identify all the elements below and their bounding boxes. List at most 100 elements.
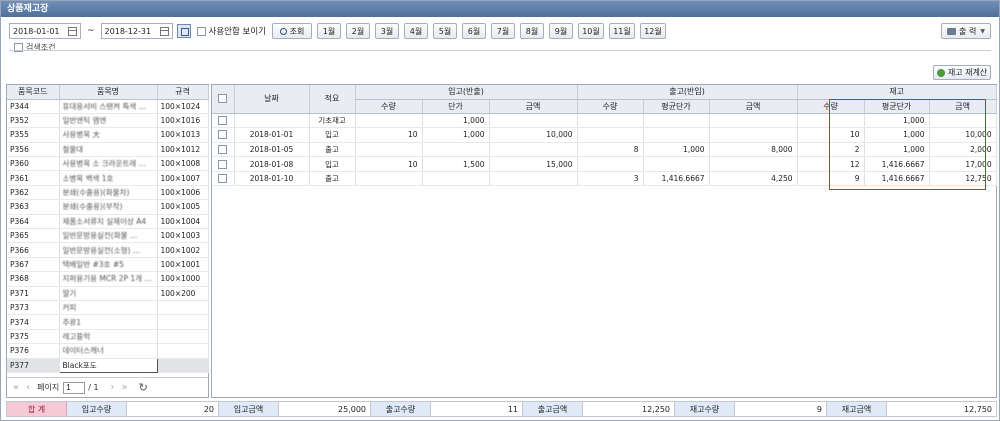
item-list-table: 품목코드 품목명 규격 P344 휴대용서비 스탠켜 특색 … 100×1024 P3… bbox=[7, 85, 209, 373]
ledger-date: 2018-01-01 bbox=[234, 127, 310, 143]
last-page-icon[interactable]: » bbox=[122, 382, 128, 393]
column-header-in-qty[interactable]: 수량 bbox=[355, 99, 423, 114]
ledger-row[interactable]: 2018-01-05 출고 8 1,000 8,000 2 1,000 2,000 bbox=[212, 142, 997, 158]
toolbar: 2018-01-01 ~ 2018-12-31 사용안함 보이기 조회 1월 2… bbox=[9, 23, 666, 39]
item-row[interactable]: P364 제품소서류지 실제이상 A4 100×1004 bbox=[7, 214, 209, 230]
ledger-row[interactable]: 2018-01-01 입고 10 1,000 10,000 10 1,000 10,000 bbox=[212, 127, 997, 143]
stock-avg-unit-price: 1,000 bbox=[864, 113, 930, 129]
item-code: P362 bbox=[7, 185, 60, 201]
column-header-out-amount[interactable]: 금액 bbox=[709, 99, 798, 114]
date-from-input[interactable]: 2018-01-01 bbox=[9, 23, 81, 39]
item-row[interactable]: P344 휴대용서비 스탠켜 특색 … 100×1024 bbox=[7, 99, 209, 114]
column-header-desc[interactable]: 적요 bbox=[309, 85, 356, 114]
prev-page-icon[interactable]: ‹ bbox=[26, 382, 30, 393]
month-button-10[interactable]: 10월 bbox=[578, 23, 604, 39]
item-row[interactable]: P362 분쇄(수출용)(화물차) 100×1006 bbox=[7, 185, 209, 201]
month-button-6[interactable]: 6월 bbox=[462, 23, 486, 39]
column-header-out-avg-unit[interactable]: 평균단가 bbox=[643, 99, 710, 114]
out-avg-unit-price: 1,000 bbox=[643, 142, 710, 158]
month-button-2[interactable]: 2월 bbox=[346, 23, 370, 39]
item-row[interactable]: P352 일반앤틱 엠엔 100×1016 bbox=[7, 113, 209, 129]
column-header-name[interactable]: 품목명 bbox=[59, 85, 158, 100]
ledger-row[interactable]: 2018-01-08 입고 10 1,500 15,000 12 1,416.6667 17,… bbox=[212, 156, 997, 172]
show-unused-checkbox[interactable] bbox=[196, 26, 206, 36]
month-button-3[interactable]: 3월 bbox=[375, 23, 399, 39]
in-amount bbox=[489, 171, 578, 187]
chevron-down-icon[interactable]: ▼ bbox=[980, 28, 985, 35]
item-row[interactable]: P374 주류1 bbox=[7, 314, 209, 330]
refresh-icon[interactable]: ↻ bbox=[139, 381, 148, 394]
item-row[interactable]: P360 사용병목 소 크라운트레 … 100×1008 bbox=[7, 156, 209, 172]
item-row[interactable]: P367 택배일반 #3호 #5 100×1001 bbox=[7, 257, 209, 273]
select-all-checkbox[interactable] bbox=[218, 94, 228, 104]
out-amount-label: 출고금액 bbox=[523, 402, 583, 416]
item-row[interactable]: P356 철물대 100×1012 bbox=[7, 142, 209, 158]
month-button-9[interactable]: 9월 bbox=[549, 23, 573, 39]
out-avg-unit-price bbox=[643, 156, 710, 172]
calendar-button[interactable] bbox=[176, 24, 191, 38]
month-button-12[interactable]: 12월 bbox=[640, 23, 666, 39]
item-row[interactable]: P371 딸기 100×200 bbox=[7, 286, 209, 301]
calendar-icon[interactable] bbox=[68, 26, 77, 36]
out-amount bbox=[709, 156, 798, 172]
item-row[interactable]: P368 지퍼용기용 MCR 2P 1개 … 100×1000 bbox=[7, 271, 209, 287]
column-header-stock-avg-unit[interactable]: 평균단가 bbox=[864, 99, 930, 114]
recalculate-stock-button[interactable]: 재고 재계산 bbox=[933, 65, 991, 80]
column-header-in-unit[interactable]: 단가 bbox=[422, 99, 490, 114]
calendar-icon[interactable] bbox=[159, 26, 169, 36]
item-name: 지퍼용기용 MCR 2P 1개 … bbox=[59, 271, 158, 287]
item-row[interactable]: P375 레고블럭 bbox=[7, 329, 209, 345]
month-button-4[interactable]: 4월 bbox=[404, 23, 428, 39]
item-list-panel: 품목코드 품목명 규격 P344 휴대용서비 스탠켜 특색 … 100×1024 P3… bbox=[6, 84, 209, 398]
item-spec bbox=[157, 329, 209, 345]
item-row[interactable]: P376 데이터스캐너 bbox=[7, 343, 209, 359]
search-condition-toggle[interactable]: 검색조건 bbox=[14, 42, 55, 53]
stock-qty: 12 bbox=[797, 156, 865, 172]
item-spec: 100×1003 bbox=[157, 228, 209, 244]
page-number-input[interactable] bbox=[63, 381, 86, 394]
group-header-in: 입고(반출) bbox=[355, 85, 578, 100]
month-button-11[interactable]: 11월 bbox=[609, 23, 635, 39]
item-row[interactable]: P365 일반문방용실전(화물 … 100×1003 bbox=[7, 228, 209, 244]
column-header-stock-qty[interactable]: 수량 bbox=[797, 99, 865, 114]
stock-amount: 10,000 bbox=[929, 127, 997, 143]
month-button-5[interactable]: 5월 bbox=[433, 23, 457, 39]
column-header-spec[interactable]: 규격 bbox=[157, 85, 209, 100]
recalculate-stock-label: 재고 재계산 bbox=[947, 68, 988, 77]
first-page-icon[interactable]: « bbox=[13, 382, 19, 393]
search-button[interactable]: 조회 bbox=[272, 23, 312, 39]
month-button-8[interactable]: 8월 bbox=[520, 23, 544, 39]
row-checkbox[interactable] bbox=[218, 130, 228, 140]
ledger-row[interactable]: 2018-01-10 출고 3 1,416.6667 4,250 9 1,416.6667 1… bbox=[212, 171, 997, 187]
column-header-out-qty[interactable]: 수량 bbox=[577, 99, 644, 114]
print-button[interactable]: 출 력 ▼ bbox=[941, 23, 991, 39]
item-row[interactable]: P377 Black포도 bbox=[7, 357, 209, 373]
row-select-cell bbox=[212, 113, 235, 129]
item-row[interactable]: P355 사용병목 大 100×1013 bbox=[7, 127, 209, 143]
item-row[interactable]: P373 커피 bbox=[7, 300, 209, 316]
column-header-date[interactable]: 날짜 bbox=[234, 85, 310, 114]
item-spec: 100×1000 bbox=[157, 271, 209, 287]
column-header-code[interactable]: 품목코드 bbox=[7, 85, 60, 100]
row-checkbox[interactable] bbox=[218, 159, 228, 169]
month-button-7[interactable]: 7월 bbox=[491, 23, 515, 39]
ledger-row[interactable]: 기초재고 1,000 1,000 bbox=[212, 113, 997, 129]
item-spec bbox=[157, 343, 209, 359]
row-checkbox[interactable] bbox=[218, 115, 228, 125]
month-button-1[interactable]: 1월 bbox=[317, 23, 341, 39]
column-header-in-amount[interactable]: 금액 bbox=[489, 99, 578, 114]
column-header-stock-amount[interactable]: 금액 bbox=[929, 99, 997, 114]
show-unused-toggle[interactable]: 사용안함 보이기 bbox=[196, 25, 266, 37]
out-qty: 3 bbox=[577, 171, 644, 187]
item-row[interactable]: P363 분쇄(수출용)(부착) 100×1005 bbox=[7, 199, 209, 215]
item-row[interactable]: P366 일반문방용실전(소형) … 100×1002 bbox=[7, 242, 209, 258]
page-total: / 1 bbox=[88, 383, 99, 392]
item-code: P352 bbox=[7, 113, 60, 129]
date-to-input[interactable]: 2018-12-31 bbox=[100, 23, 173, 39]
item-name: 사용병목 소 크라운트레 … bbox=[59, 156, 158, 172]
next-page-icon[interactable]: › bbox=[111, 382, 115, 393]
item-row[interactable]: P361 소병목 백색 1호 100×1007 bbox=[7, 170, 209, 186]
out-avg-unit-price bbox=[643, 113, 710, 129]
row-checkbox[interactable] bbox=[218, 144, 228, 154]
row-checkbox[interactable] bbox=[218, 174, 228, 184]
